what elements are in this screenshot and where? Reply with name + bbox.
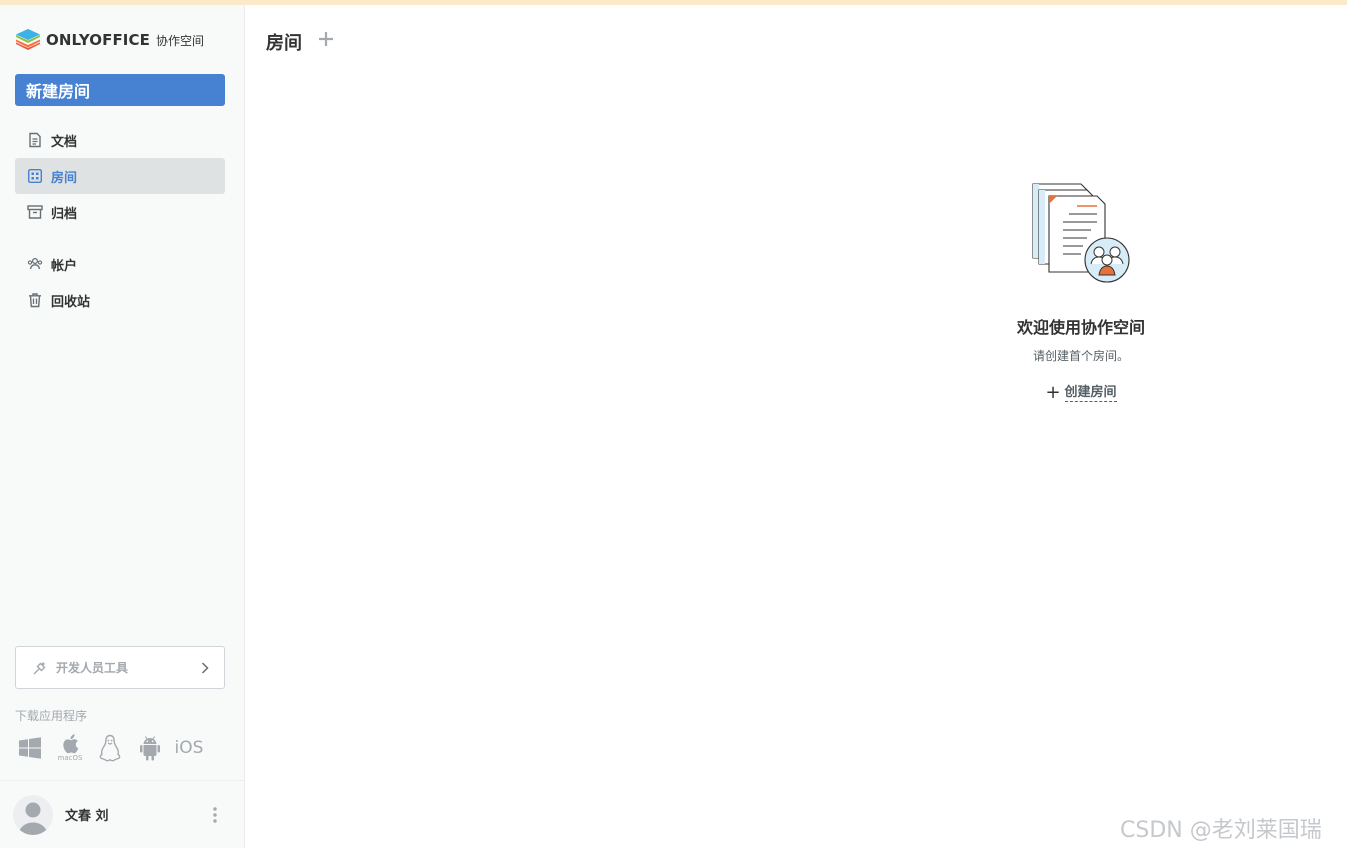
- sidebar-item-label: 回收站: [51, 294, 91, 310]
- brand-subtitle: 协作空间: [155, 33, 204, 48]
- add-icon[interactable]: [316, 29, 336, 49]
- empty-state-title: 欢迎使用协作空间: [1016, 318, 1145, 337]
- brand-logo[interactable]: ONLYOFFICE 协作空间: [14, 26, 204, 54]
- sidebar-item-label: 文档: [51, 134, 78, 150]
- sidebar: ONLYOFFICE 协作空间 新建房间 文档 房间 归档 帐户 回收站 开发人…: [0, 5, 245, 848]
- sidebar-item-accounts[interactable]: 帐户: [15, 246, 225, 282]
- ios-app-link[interactable]: iOS: [174, 733, 204, 763]
- new-room-button[interactable]: 新建房间: [15, 74, 225, 106]
- create-room-link[interactable]: + 创建房间: [1045, 382, 1117, 403]
- download-apps-label: 下载应用程序: [15, 709, 88, 723]
- nav-separator: [15, 230, 225, 246]
- empty-state: 欢迎使用协作空间 请创建首个房间。 + 创建房间: [980, 180, 1182, 402]
- sidebar-item-archive[interactable]: 归档: [15, 194, 225, 230]
- sidebar-item-trash[interactable]: 回收站: [15, 282, 225, 318]
- empty-rooms-illustration-icon: [1032, 183, 1130, 283]
- windows-app-link[interactable]: [18, 733, 42, 763]
- sidebar-nav: 文档 房间 归档 帐户 回收站: [15, 122, 225, 318]
- watermark-text: CSDN @老刘莱国瑞: [1120, 818, 1322, 843]
- archive-icon: [27, 204, 43, 220]
- macos-caption: macOS: [57, 754, 83, 762]
- user-profile: 文春 刘: [0, 780, 245, 848]
- sidebar-item-label: 房间: [51, 170, 78, 186]
- sidebar-item-label: 帐户: [51, 258, 78, 274]
- developer-tools-button[interactable]: 开发人员工具: [15, 646, 225, 689]
- android-app-link[interactable]: [138, 733, 162, 763]
- plus-icon: +: [1045, 382, 1061, 403]
- sidebar-item-rooms[interactable]: 房间: [15, 158, 225, 194]
- macos-app-link[interactable]: macOS: [58, 733, 82, 763]
- create-room-label: 创建房间: [1064, 384, 1117, 402]
- empty-state-description: 请创建首个房间。: [1032, 349, 1129, 363]
- ios-icon: iOS: [174, 738, 204, 758]
- sidebar-item-documents[interactable]: 文档: [15, 122, 225, 158]
- windows-icon: [19, 737, 41, 759]
- more-options-icon[interactable]: [213, 806, 217, 824]
- default-avatar-icon: [18, 802, 48, 835]
- rooms-grid-icon: [27, 168, 43, 184]
- page-title: 房间: [266, 33, 302, 54]
- document-icon: [27, 132, 43, 148]
- linux-app-link[interactable]: [98, 733, 122, 763]
- brand-name: ONLYOFFICE: [46, 31, 150, 49]
- developer-tools-icon: [33, 661, 46, 674]
- trash-icon: [27, 292, 43, 308]
- chevron-right-icon: [201, 661, 209, 674]
- sidebar-item-label: 归档: [51, 206, 78, 222]
- accounts-icon: [27, 256, 43, 272]
- user-name: 文春 刘: [65, 809, 109, 824]
- macos-icon: [63, 734, 79, 754]
- onlyoffice-logo-icon: [16, 29, 40, 50]
- developer-tools-label: 开发人员工具: [56, 661, 129, 675]
- avatar[interactable]: [13, 794, 53, 835]
- app-download-links: macOS iOS: [18, 733, 218, 763]
- linux-icon: [99, 734, 121, 762]
- android-icon: [140, 736, 160, 761]
